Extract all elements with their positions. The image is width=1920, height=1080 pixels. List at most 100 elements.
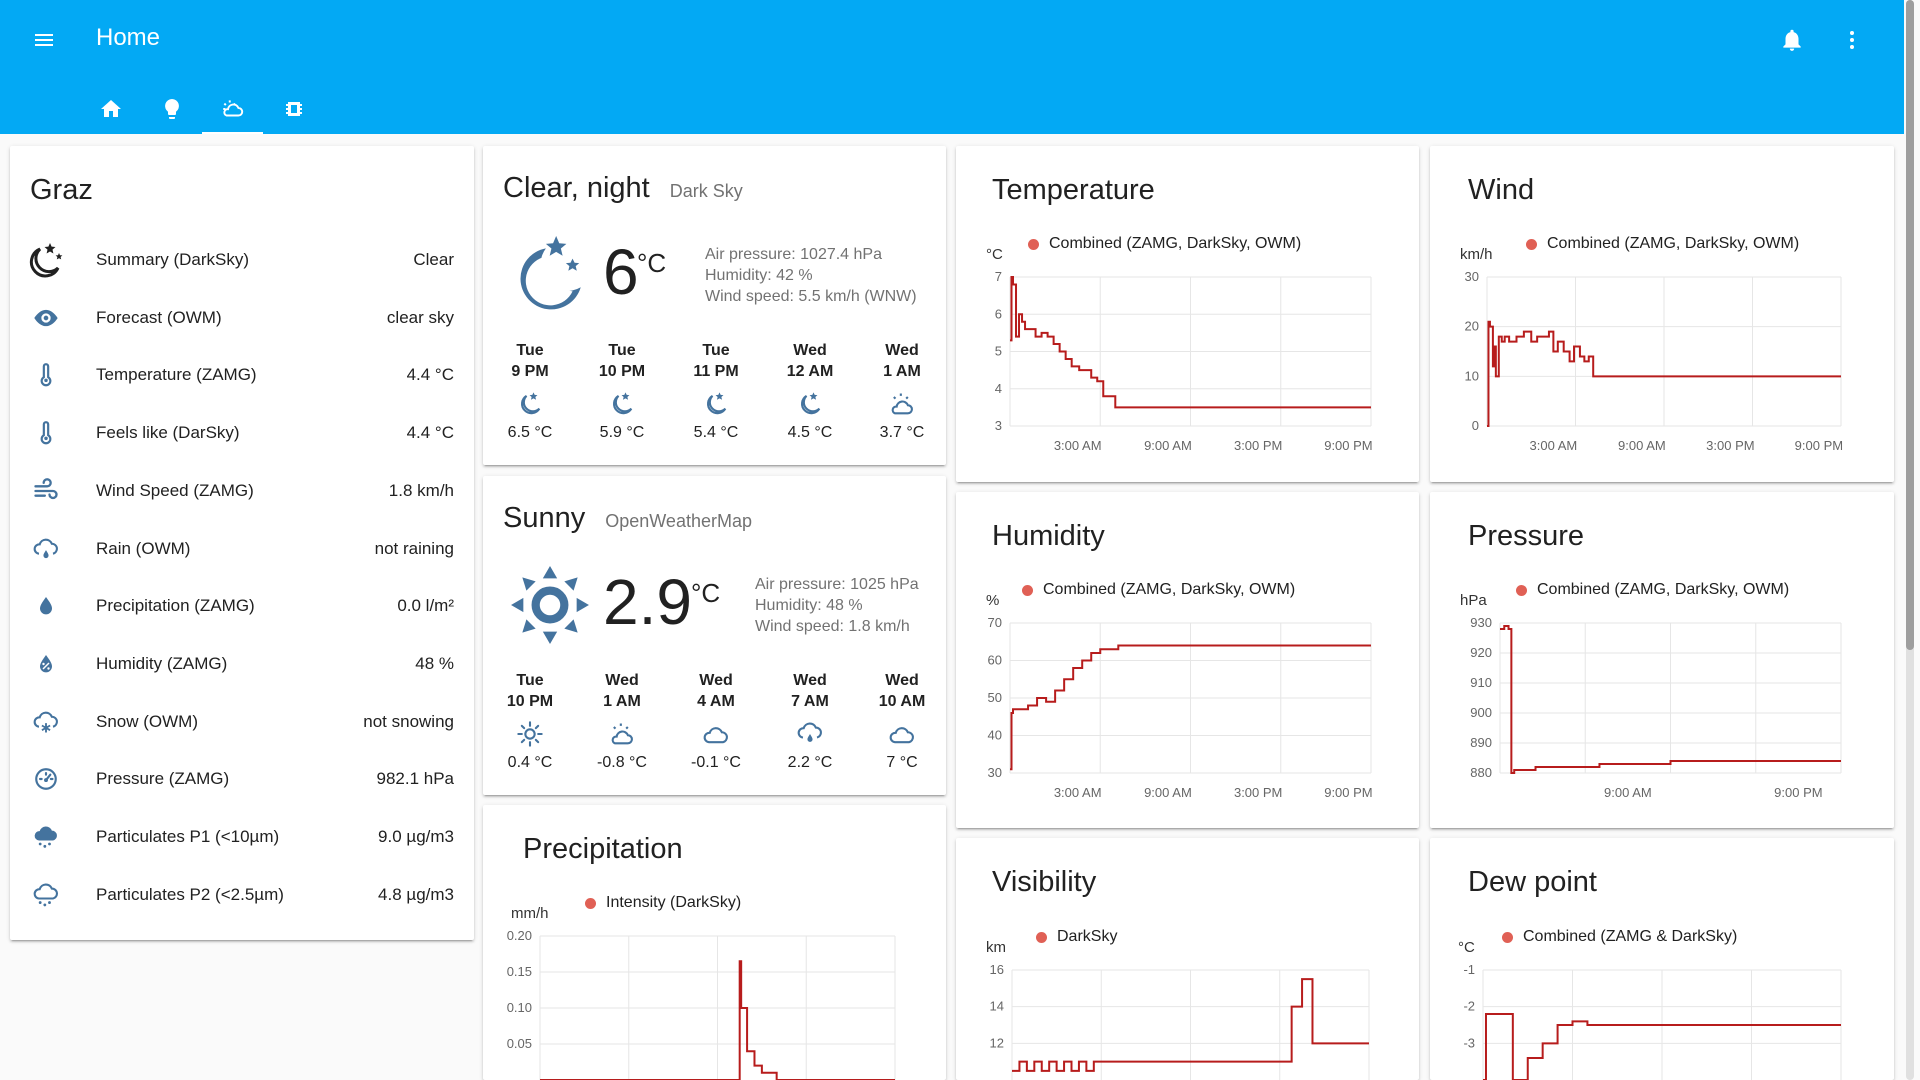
y-tick-label: 4 <box>995 381 1002 396</box>
entity-row[interactable]: Snow (OWM) not snowing <box>26 702 454 742</box>
legend-label: Combined (ZAMG & DarkSky) <box>1523 928 1738 945</box>
bell-icon <box>1783 29 1801 51</box>
x-tick-label: 3:00 AM <box>1530 438 1578 453</box>
view-tabs <box>80 84 324 134</box>
entity-name: Forecast (OWM) <box>96 307 222 327</box>
forecast-time: 12 AM <box>786 363 834 380</box>
scrollbar-thumb[interactable] <box>1906 0 1914 650</box>
wind-graph-card[interactable]: Wind km/h Combined (ZAMG, DarkSky, OWM) 0 10… <box>1430 146 1894 482</box>
x-tick-label: 9:00 AM <box>1144 785 1192 800</box>
y-tick-label: 30 <box>1465 269 1479 284</box>
legend-label: Intensity (DarkSky) <box>606 894 742 911</box>
precipitation-graph-card[interactable]: Precipitation mm/h Intensity (DarkSky) 0.05… <box>483 805 946 1080</box>
legend-label: Combined (ZAMG, DarkSky, OWM) <box>1547 235 1800 252</box>
humidity-graph-card[interactable]: Humidity% Combined (ZAMG, DarkSky, OWM) 30… <box>956 492 1419 828</box>
card-title: Visibility <box>992 866 1097 898</box>
entity-value: not raining <box>374 538 454 558</box>
night-icon <box>608 390 636 418</box>
entity-row[interactable]: Rain (OWM) not raining <box>26 529 454 569</box>
y-tick-label: 910 <box>1470 675 1492 690</box>
forecast-item: Tue 9 PM 6.5 °C <box>490 340 570 442</box>
dewpoint-graph-card[interactable]: Dew point °C Combined (ZAMG & DarkSky) -1 -2… <box>1430 838 1894 1080</box>
entities-card: Graz Summary (DarkSky) Clear Forecast (OWM… <box>10 146 474 940</box>
legend-item[interactable]: Combined (ZAMG, DarkSky, OWM) <box>1022 581 1295 599</box>
entity-row[interactable]: Temperature (ZAMG) 4.4 °C <box>26 355 454 395</box>
wind-icon <box>26 471 66 511</box>
current-temperature: 2.9 <box>603 566 692 638</box>
legend-dot <box>585 897 596 909</box>
wind-speed-attr: Wind speed: 1.8 km/h <box>755 618 910 635</box>
entity-row[interactable]: Particulates P1 (<10µm) 9.0 µg/m3 <box>26 817 454 857</box>
thermometer-icon <box>26 413 66 453</box>
pressure-graph-card[interactable]: Pressure hPa Combined (ZAMG, DarkSky, OWM)… <box>1430 492 1894 828</box>
entity-row[interactable]: Wind Speed (ZAMG) 1.8 km/h <box>26 471 454 511</box>
more-options-button[interactable] <box>1832 20 1872 60</box>
forecast-item: Wed 7 AM 2.2 °C <box>770 670 850 772</box>
entity-row[interactable]: Pressure (ZAMG) 982.1 hPa <box>26 759 454 799</box>
axis-unit: °C <box>1458 939 1475 956</box>
humidity-attr: Humidity: 42 % <box>705 267 813 284</box>
tab-lights[interactable] <box>141 84 202 134</box>
x-tick-label: 9:00 AM <box>1604 785 1652 800</box>
chart-plot: -1 -2 -3 <box>1463 962 1842 1080</box>
visibility-graph-card[interactable]: Visibility km DarkSky 12 14 16 <box>956 838 1419 1080</box>
notifications-button[interactable] <box>1772 20 1812 60</box>
legend-item[interactable]: Combined (ZAMG, DarkSky, OWM) <box>1526 235 1799 253</box>
y-tick-label: -2 <box>1463 999 1475 1014</box>
legend-dot <box>1028 238 1039 250</box>
weather-night-icon <box>26 240 66 280</box>
forecast-day: Tue <box>516 672 544 689</box>
entity-row[interactable]: Particulates P2 (<2.5µm) 4.8 µg/m3 <box>26 875 454 915</box>
entity-name: Rain (OWM) <box>96 538 191 558</box>
entity-value: 9.0 µg/m3 <box>378 827 454 846</box>
tab-home[interactable] <box>80 84 141 134</box>
moon-stars-icon <box>520 236 581 310</box>
x-tick-label: 3:00 AM <box>1054 785 1102 800</box>
humidity-attr: Humidity: 48 % <box>755 597 863 614</box>
legend-item[interactable]: DarkSky <box>1036 928 1117 946</box>
legend-item[interactable]: Combined (ZAMG & DarkSky) <box>1502 928 1737 946</box>
legend-dot <box>1526 238 1537 250</box>
x-tick-label: 3:00 AM <box>1054 438 1102 453</box>
legend-item[interactable]: Combined (ZAMG, DarkSky, OWM) <box>1028 235 1301 253</box>
entity-value: 4.4 °C <box>406 365 454 385</box>
y-tick-label: 900 <box>1470 705 1492 720</box>
axis-unit: mm/h <box>511 905 549 922</box>
legend-item[interactable]: Combined (ZAMG, DarkSky, OWM) <box>1516 581 1789 599</box>
x-tick-label: 3:00 PM <box>1706 438 1754 453</box>
forecast-time: 7 AM <box>791 693 829 710</box>
menu-button[interactable] <box>24 20 64 60</box>
forecast-day: Tue <box>608 342 636 359</box>
card-title: Graz <box>30 174 93 206</box>
temperature-graph-card[interactable]: Temperature °C Combined (ZAMG, DarkSky, OW… <box>956 146 1419 482</box>
entity-row[interactable]: Humidity (ZAMG) 48 % <box>26 644 454 684</box>
memory-chip-icon <box>285 102 302 116</box>
entity-value: 48 % <box>415 653 454 673</box>
forecast-temperature: 4.5 °C <box>787 424 833 441</box>
forecast-time: 10 AM <box>878 693 926 710</box>
axis-unit: °C <box>986 246 1003 263</box>
chart-plot: 3 4 5 6 7 3:00 AM 9:00 AM 3:00 PM 9:00 PM <box>995 269 1373 453</box>
sunny-icon <box>516 720 544 748</box>
y-tick-label: 12 <box>990 1035 1004 1050</box>
entity-row[interactable]: Feels like (DarSky) 4.4 °C <box>26 413 454 453</box>
card-title: Temperature <box>992 174 1155 206</box>
legend-dot <box>1022 584 1033 596</box>
air-pressure-attr: Air pressure: 1027.4 hPa <box>705 246 882 263</box>
legend-item[interactable]: Intensity (DarkSky) <box>585 894 741 912</box>
card-title: Pressure <box>1468 520 1585 552</box>
forecast-day: Wed <box>699 672 733 689</box>
snow-cloud-icon <box>26 702 66 742</box>
weather-card-owm[interactable]: Sunny OpenWeatherMap 2.9 °C Air pressure… <box>483 476 946 795</box>
axis-unit: hPa <box>1460 592 1487 609</box>
weather-card-darksky[interactable]: Clear, night Dark Sky 6 °C Air pressure:… <box>483 146 946 465</box>
entity-row[interactable]: Precipitation (ZAMG) 0.0 l/m² <box>26 586 454 626</box>
tab-weather[interactable] <box>202 84 263 134</box>
entity-row[interactable]: Forecast (OWM) clear sky <box>26 298 454 338</box>
entity-row[interactable]: Summary (DarkSky) Clear <box>26 240 454 280</box>
chart-plot: 30 40 50 60 70 3:00 AM 9:00 AM 3:00 PM 9:00 PM <box>988 615 1373 800</box>
y-tick-label: 0.15 <box>507 964 532 979</box>
forecast-temperature: 7 °C <box>886 754 918 771</box>
axis-unit: km <box>986 939 1006 956</box>
tab-system[interactable] <box>263 84 324 134</box>
